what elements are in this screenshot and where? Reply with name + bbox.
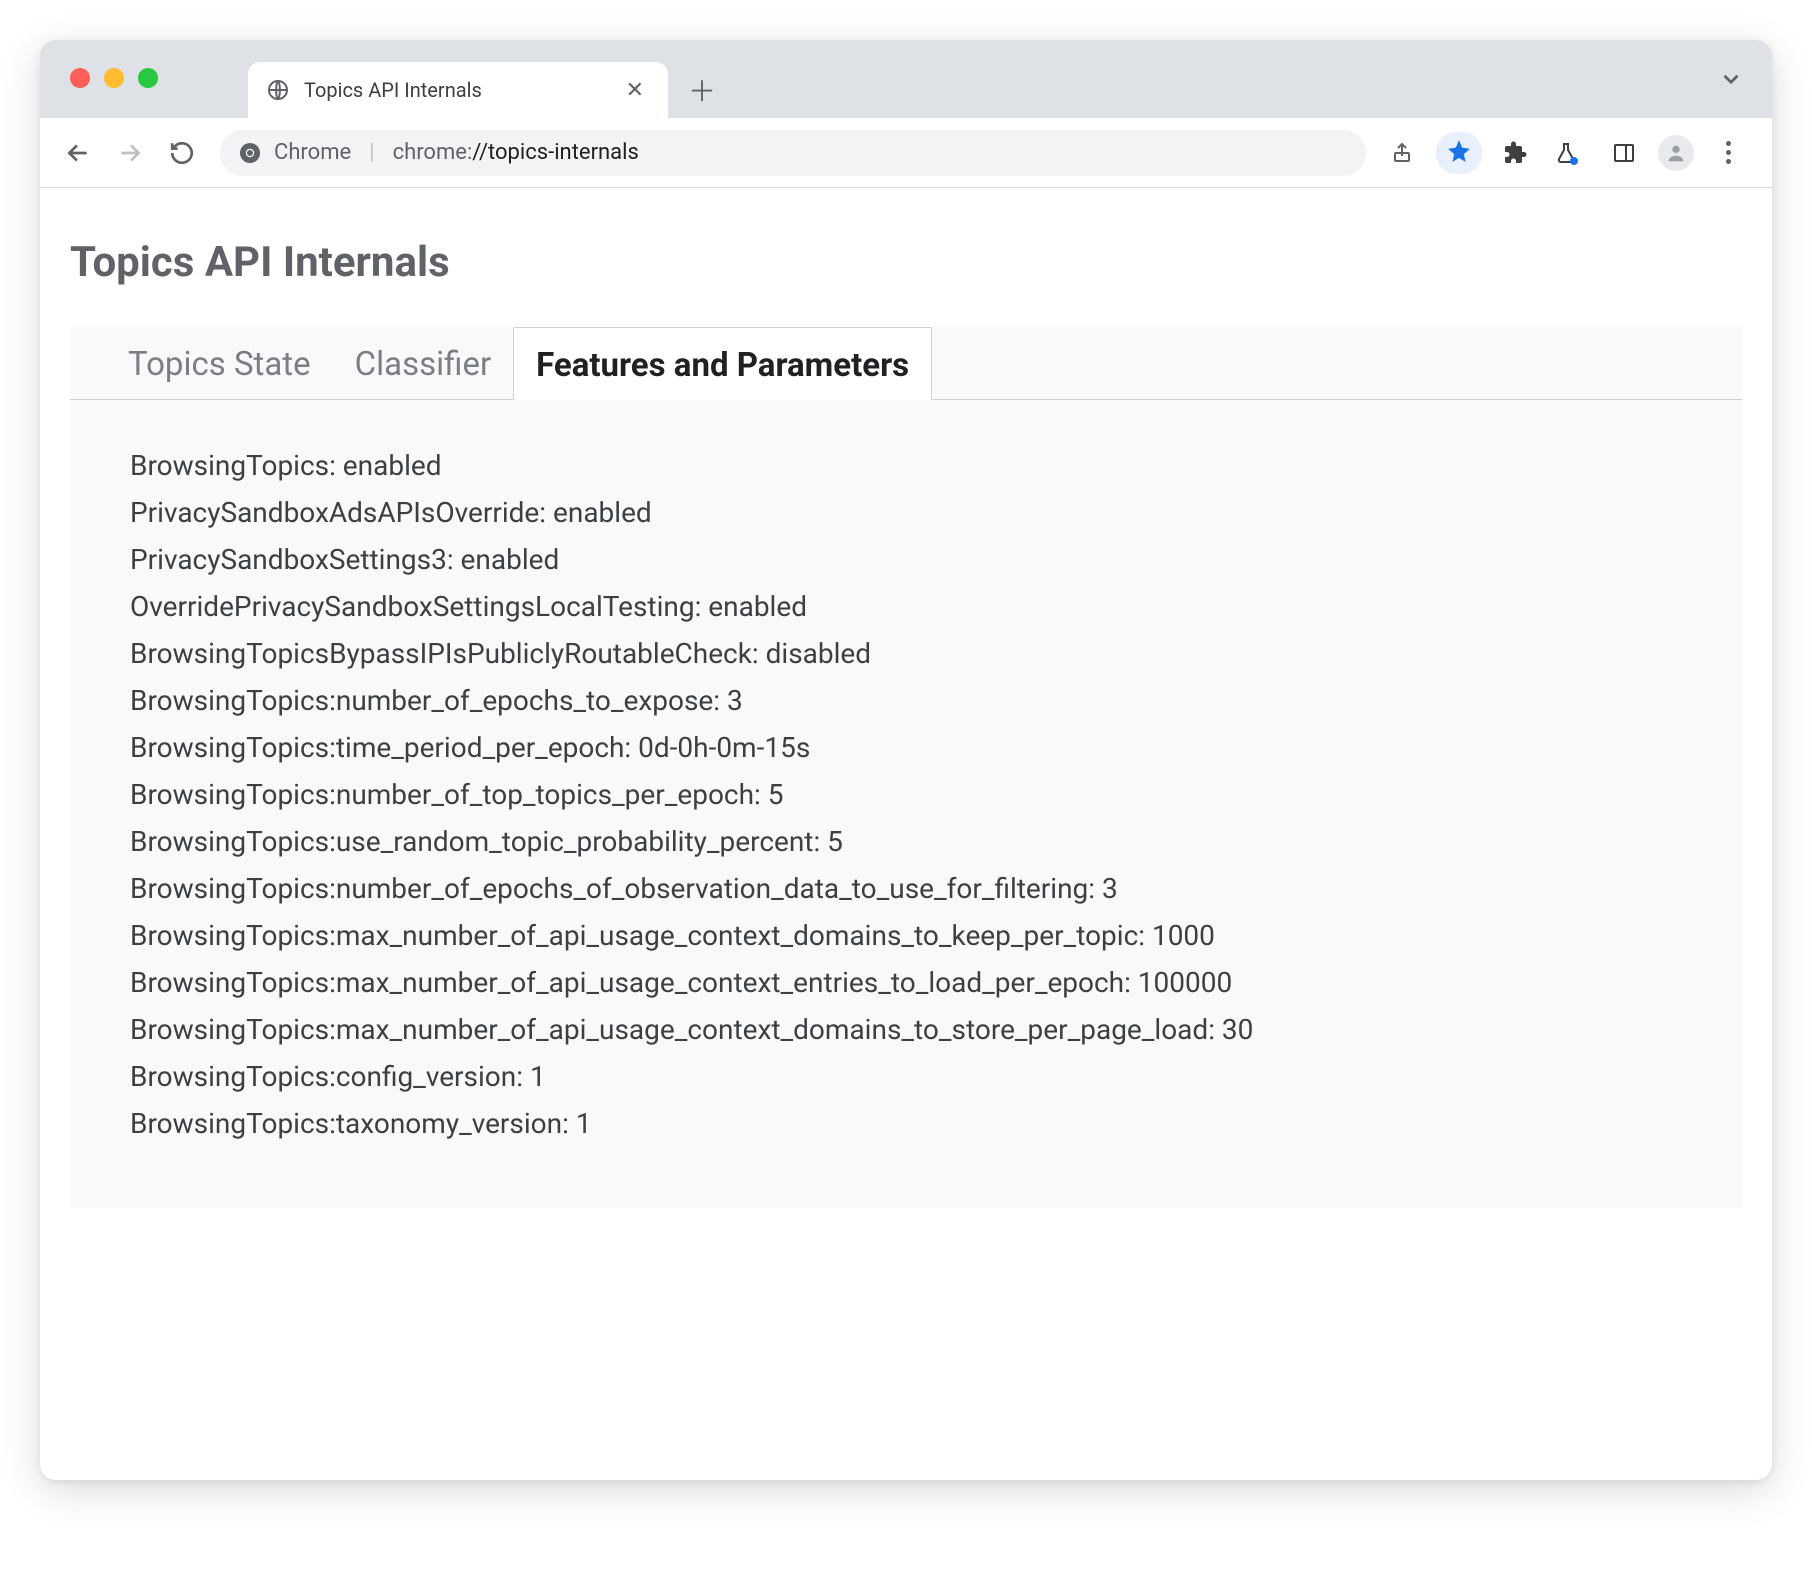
window-controls: [70, 68, 158, 88]
titlebar: Topics API Internals ✕ ＋: [40, 40, 1772, 118]
tab-features-and-parameters[interactable]: Features and Parameters: [513, 327, 932, 400]
url-path: //topics-internals: [472, 140, 639, 165]
close-tab-button[interactable]: ✕: [620, 74, 650, 107]
feature-row: BrowsingTopics:max_number_of_api_usage_c…: [130, 959, 1742, 1006]
feature-row: BrowsingTopics:config_version: 1: [130, 1053, 1742, 1100]
feature-row: BrowsingTopics:number_of_epochs_of_obser…: [130, 865, 1742, 912]
profile-avatar[interactable]: [1658, 135, 1694, 171]
tab-title: Topics API Internals: [304, 78, 606, 102]
tab-classifier[interactable]: Classifier: [333, 327, 514, 399]
feature-row: PrivacySandboxSettings3: enabled: [130, 536, 1742, 583]
toolbar-actions: [1382, 132, 1756, 174]
labs-icon[interactable]: [1550, 133, 1590, 173]
share-icon[interactable]: [1382, 133, 1422, 173]
feature-row: OverridePrivacySandboxSettingsLocalTesti…: [130, 583, 1742, 630]
address-bar[interactable]: Chrome | chrome://topics-internals: [220, 130, 1366, 176]
star-icon: [1446, 138, 1472, 168]
feature-row: BrowsingTopics:max_number_of_api_usage_c…: [130, 1006, 1742, 1053]
feature-row: BrowsingTopics:max_number_of_api_usage_c…: [130, 912, 1742, 959]
forward-button[interactable]: [108, 131, 152, 175]
tab-topics-state[interactable]: Topics State: [106, 327, 333, 399]
new-tab-button[interactable]: ＋: [680, 68, 724, 112]
side-panel-icon[interactable]: [1604, 133, 1644, 173]
menu-button[interactable]: [1708, 133, 1748, 173]
reload-button[interactable]: [160, 131, 204, 175]
feature-row: BrowsingTopics:number_of_epochs_to_expos…: [130, 677, 1742, 724]
globe-icon: [266, 78, 290, 102]
extensions-icon[interactable]: [1496, 133, 1536, 173]
bookmark-button[interactable]: [1436, 132, 1482, 174]
page-content: Topics API Internals Topics State Classi…: [40, 188, 1772, 1237]
tabs-dropdown-button[interactable]: [1718, 66, 1744, 96]
browser-window: Topics API Internals ✕ ＋ Chrome | chrome…: [40, 40, 1772, 1480]
page-title: Topics API Internals: [70, 238, 1742, 287]
minimize-window-button[interactable]: [104, 68, 124, 88]
feature-row: BrowsingTopics:number_of_top_topics_per_…: [130, 771, 1742, 818]
feature-row: BrowsingTopics:taxonomy_version: 1: [130, 1100, 1742, 1147]
back-button[interactable]: [56, 131, 100, 175]
feature-row: BrowsingTopics: enabled: [130, 442, 1742, 489]
url-scheme: chrome:: [393, 140, 473, 165]
omnibox-separator: |: [369, 140, 374, 165]
close-window-button[interactable]: [70, 68, 90, 88]
feature-row: BrowsingTopicsBypassIPIsPubliclyRoutable…: [130, 630, 1742, 677]
browser-tab[interactable]: Topics API Internals ✕: [248, 62, 668, 118]
omnibox-label: Chrome: [274, 140, 351, 165]
feature-row: PrivacySandboxAdsAPIsOverride: enabled: [130, 489, 1742, 536]
tab-panel: Topics State Classifier Features and Par…: [70, 327, 1742, 1207]
feature-row: BrowsingTopics:time_period_per_epoch: 0d…: [130, 724, 1742, 771]
feature-row: BrowsingTopics:use_random_topic_probabil…: [130, 818, 1742, 865]
chrome-icon: [238, 141, 262, 165]
tab-row: Topics State Classifier Features and Par…: [70, 327, 1742, 400]
maximize-window-button[interactable]: [138, 68, 158, 88]
features-list: BrowsingTopics: enabled PrivacySandboxAd…: [70, 400, 1742, 1147]
toolbar: Chrome | chrome://topics-internals: [40, 118, 1772, 188]
